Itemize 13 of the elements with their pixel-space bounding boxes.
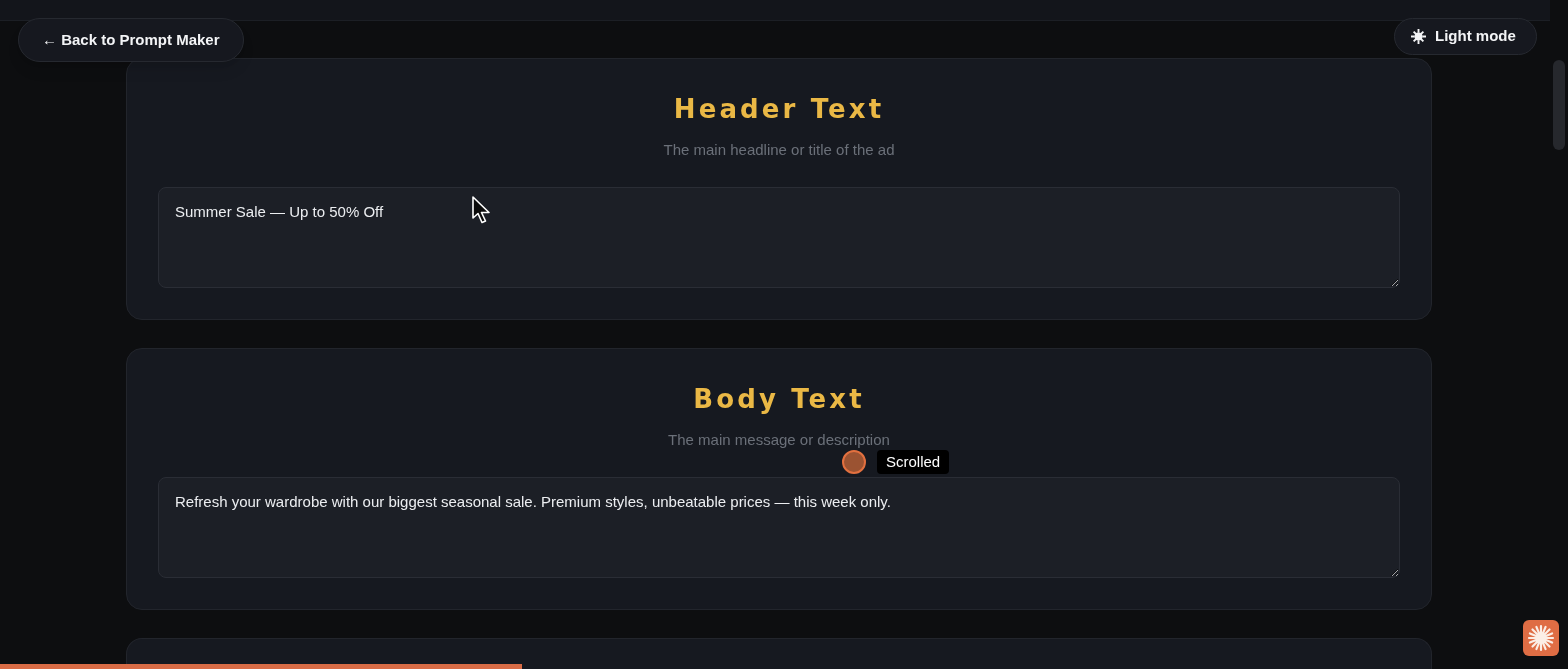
section-title: Header Text	[673, 95, 885, 123]
scrollbar-thumb[interactable]	[1553, 60, 1565, 150]
back-button[interactable]: ← Back to Prompt Maker	[18, 18, 244, 62]
starburst-icon[interactable]	[1523, 620, 1559, 656]
text-area[interactable]: Refresh your wardrobe with our biggest seasonal sale. Premium styles, unbeatable prices — this week only.	[158, 477, 1400, 578]
scrolled-tooltip: Scrolled	[877, 450, 950, 474]
section-title: Body Text	[693, 385, 865, 413]
sun-icon	[1411, 29, 1426, 44]
text-area[interactable]: Summer Sale — Up to 50% Off	[158, 187, 1400, 288]
section-description: The main headline or title of the ad	[663, 140, 895, 160]
mouse-pointer-icon	[472, 196, 491, 224]
section-description: The main message or description	[668, 430, 890, 450]
light-mode-button[interactable]: Light mode	[1394, 18, 1537, 55]
